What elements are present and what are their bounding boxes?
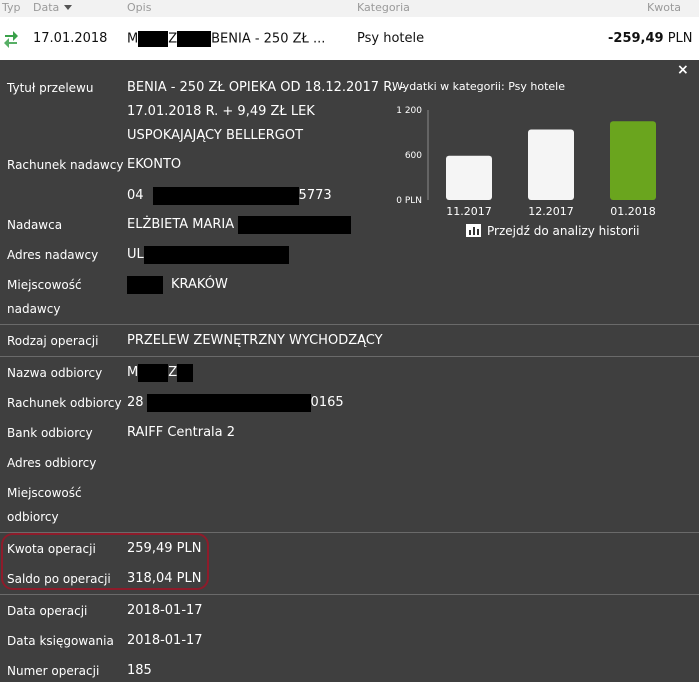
history-analysis-link[interactable]: Przejdź do analizy historii [466, 224, 640, 238]
value-nadawca: ELŻBIETA MARIA [127, 213, 352, 237]
value-data-ksiegowania: 2018-01-17 [127, 633, 203, 648]
row-desc-suffix: BENIA - 250 ZŁ ... [211, 31, 326, 47]
row-currency: PLN [667, 31, 693, 46]
adres-prefix: UL [127, 247, 144, 262]
odb-acct-prefix: 28 [127, 395, 144, 410]
label-data-ksiegowania: Data księgowania [7, 634, 114, 648]
label-miejscowosc-nadawcy-1: Miejscowość [7, 278, 82, 292]
redaction [138, 363, 169, 382]
label-rachunek-odbiorcy: Rachunek odbiorcy [7, 396, 122, 410]
label-rachunek-nadawcy: Rachunek nadawcy [7, 158, 124, 172]
row-amount: -259,49 PLN [608, 31, 693, 46]
row-date: 17.01.2018 [33, 31, 108, 46]
redaction [143, 245, 289, 264]
row-description: M Z BENIA - 250 ZŁ ... [127, 31, 325, 47]
col-typ[interactable]: Typ [2, 1, 21, 14]
value-data-operacji: 2018-01-17 [127, 603, 203, 618]
redaction [177, 363, 194, 382]
acct-prefix: 04 [127, 188, 144, 203]
value-miejscowosc-nadawcy: KRAKÓW [127, 273, 228, 297]
bar-01.2018[interactable] [610, 121, 656, 200]
x-tick-label: 01.2018 [610, 205, 656, 218]
redaction [146, 393, 311, 412]
divider [0, 356, 699, 357]
bar-chart-icon [466, 224, 481, 237]
value-tytul-3: USPOKAJAJĄCY BELLERGOT [127, 128, 304, 143]
redaction [127, 275, 163, 294]
label-miejscowosc-odbiorcy-2: odbiorcy [7, 510, 59, 524]
history-analysis-label: Przejdź do analizy historii [487, 224, 640, 238]
x-tick-label: 12.2017 [528, 205, 574, 218]
transfer-arrows-icon [4, 31, 18, 48]
label-bank: Bank odbiorcy [7, 426, 93, 440]
value-nazwa-odbiorcy: MZ [127, 361, 194, 385]
value-rachunek-odbiorcy: 28 0165 [127, 391, 344, 415]
row-category: Psy hotele [357, 31, 425, 46]
x-tick-label: 11.2017 [446, 205, 492, 218]
label-miejscowosc-nadawcy-2: nadawcy [7, 302, 61, 316]
redaction [138, 31, 169, 47]
col-data[interactable]: Data [33, 1, 73, 14]
odb-prefix: M [127, 365, 139, 380]
city-name: KRAKÓW [171, 277, 228, 292]
redaction [152, 186, 299, 205]
transaction-row[interactable]: 17.01.2018 M Z BENIA - 250 ZŁ ... Psy hote… [0, 17, 699, 60]
value-tytul-1: BENIA - 250 ZŁ OPIEKA OD 18.12.2017 R. - [127, 80, 405, 95]
row-desc-mid: Z [168, 31, 178, 47]
col-kwota[interactable]: Kwota [647, 1, 681, 14]
table-header: Typ Data Opis Kategoria Kwota [0, 0, 699, 17]
close-icon[interactable]: × [677, 62, 689, 78]
sort-down-icon [64, 5, 73, 10]
label-rodzaj: Rodzaj operacji [7, 334, 99, 348]
category-spending-chart: 0 PLN 600 1 200 11.2017 12.2017 01.2018 [396, 106, 656, 218]
value-tytul-2: 17.01.2018 R. + 9,49 ZŁ LEK [127, 104, 315, 119]
value-adres-nadawcy: UL [127, 243, 289, 267]
bar-12.2017[interactable] [528, 129, 574, 201]
label-miejscowosc-odbiorcy-1: Miejscowość [7, 486, 82, 500]
redaction [177, 31, 212, 47]
label-tytul: Tytuł przelewu [7, 81, 94, 95]
y-tick-label: 0 PLN [396, 196, 422, 206]
odb-acct-suffix: 0165 [310, 395, 344, 410]
label-adres-nadawcy: Adres nadawcy [7, 248, 99, 262]
row-amount-value: -259,49 [608, 31, 664, 46]
col-kategoria[interactable]: Kategoria [357, 1, 410, 14]
value-numer: 185 [127, 663, 152, 678]
label-numer: Numer operacji [7, 664, 100, 678]
label-nadawca: Nadawca [7, 218, 63, 232]
col-data-label: Data [33, 1, 60, 14]
nadawca-name: ELŻBIETA MARIA [127, 217, 235, 232]
label-adres-odbiorcy: Adres odbiorcy [7, 456, 97, 470]
divider [0, 594, 699, 595]
highlight-annotation [1, 533, 209, 590]
row-desc-prefix: M [127, 31, 139, 47]
divider [0, 324, 699, 325]
chart-title: Wydatki w kategorii: Psy hotele [392, 80, 565, 93]
redaction [238, 215, 352, 234]
label-nazwa-odbiorcy: Nazwa odbiorcy [7, 366, 103, 380]
bar-11.2017[interactable] [446, 155, 492, 200]
acct-suffix: 5773 [298, 188, 332, 203]
value-rachunek-nadawcy: 04 5773 [127, 184, 332, 208]
label-data-operacji: Data operacji [7, 604, 88, 618]
y-tick-label: 600 [405, 151, 422, 161]
value-rachunek-nadawcy-type: EKONTO [127, 157, 182, 172]
col-opis[interactable]: Opis [127, 1, 151, 14]
odb-mid: Z [168, 365, 178, 380]
value-bank: RAIFF Centrala 2 [127, 425, 236, 440]
y-tick-label: 1 200 [396, 106, 422, 116]
value-rodzaj: PRZELEW ZEWNĘTRZNY WYCHODZĄCY [127, 333, 383, 348]
